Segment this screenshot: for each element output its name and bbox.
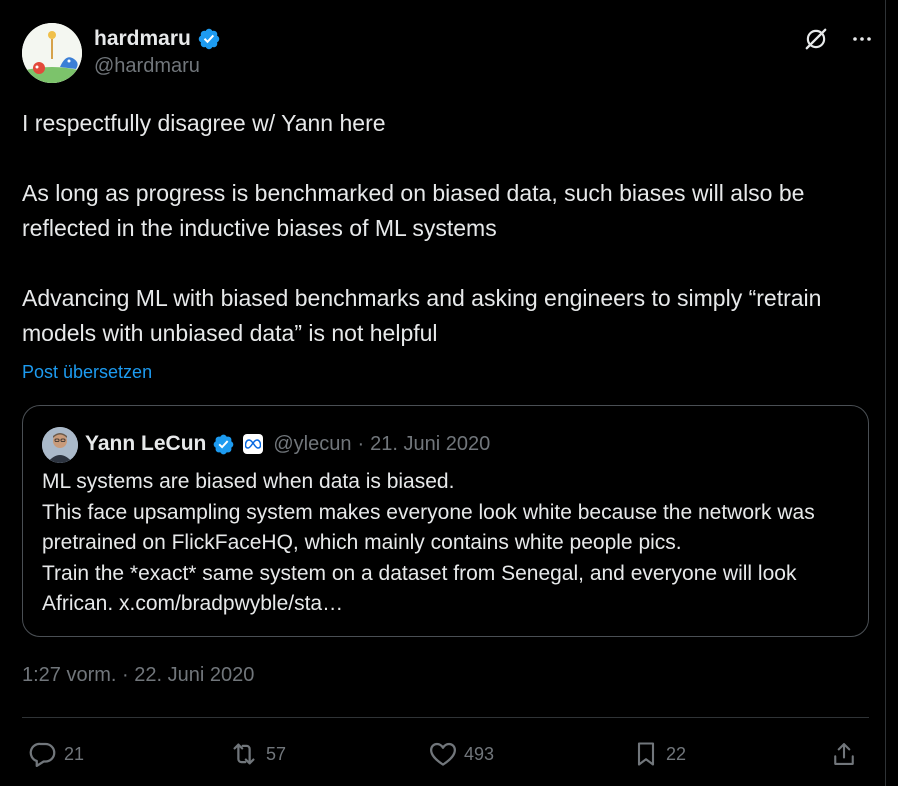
- quoted-avatar-photo-icon: [42, 427, 78, 463]
- quoted-line: ML systems are biased when data is biase…: [42, 470, 455, 493]
- heart-icon: [430, 742, 456, 766]
- divider: [22, 717, 869, 718]
- grok-icon[interactable]: [801, 24, 831, 54]
- like-button[interactable]: 493: [428, 736, 494, 772]
- bookmark-icon: [637, 742, 655, 766]
- quoted-line: This face upsampling system makes everyo…: [42, 500, 815, 555]
- tweet-detail-view: hardmaru @hardmaru I respectfully disagr…: [0, 0, 886, 786]
- reply-icon: [29, 742, 56, 767]
- tweet-text: I respectfully disagree w/ Yann here As …: [22, 106, 862, 351]
- bookmark-button[interactable]: 22: [632, 736, 686, 772]
- repost-count: 57: [266, 743, 287, 764]
- reply-count: 21: [64, 743, 85, 764]
- quoted-tweet-text: ML systems are biased when data is biase…: [42, 467, 857, 620]
- author-name-row: hardmaru: [94, 25, 221, 53]
- translate-post-link[interactable]: Post übersetzen: [22, 362, 152, 383]
- tweet-paragraph: As long as progress is benchmarked on bi…: [22, 180, 805, 241]
- meta-affiliation-icon: [243, 434, 264, 454]
- avatar-illustration-icon: [22, 23, 82, 83]
- tweet-paragraph: I respectfully disagree w/ Yann here: [22, 110, 386, 136]
- repost-button[interactable]: 57: [228, 736, 286, 772]
- quoted-separator: ·: [357, 432, 365, 455]
- action-bar: 21 57 493 22: [0, 736, 886, 772]
- quoted-line: Train the *exact* same system on a datas…: [42, 561, 797, 616]
- quoted-tweet-header: Yann LeCun @ylecun · 21. Juni 2020: [85, 428, 490, 460]
- like-count: 493: [464, 743, 495, 764]
- quoted-date: 21. Juni 2020: [370, 432, 491, 455]
- reply-button[interactable]: 21: [28, 736, 84, 772]
- tweet-paragraph: Advancing ML with biased benchmarks and …: [22, 285, 822, 346]
- more-icon[interactable]: [847, 24, 877, 54]
- repost-icon: [233, 743, 255, 765]
- share-icon: [834, 743, 854, 765]
- quoted-author-name: Yann LeCun: [85, 432, 207, 455]
- share-button[interactable]: [830, 736, 858, 772]
- quoted-author-handle: @ylecun: [273, 432, 352, 455]
- author-name[interactable]: hardmaru: [94, 27, 191, 51]
- header-actions: [801, 24, 877, 54]
- tweet-timestamp[interactable]: 1:27 vorm. · 22. Juni 2020: [22, 664, 254, 687]
- author-handle[interactable]: @hardmaru: [94, 55, 200, 78]
- quoted-author-avatar[interactable]: [42, 427, 78, 463]
- verified-badge-icon: [198, 28, 220, 50]
- bookmark-count: 22: [666, 743, 687, 764]
- scrollbar-gutter: [886, 0, 898, 786]
- quoted-tweet-card[interactable]: Yann LeCun @ylecun · 21. Juni 2020 ML sy…: [22, 405, 869, 637]
- verified-badge-icon: [214, 434, 234, 454]
- author-avatar[interactable]: [22, 23, 82, 83]
